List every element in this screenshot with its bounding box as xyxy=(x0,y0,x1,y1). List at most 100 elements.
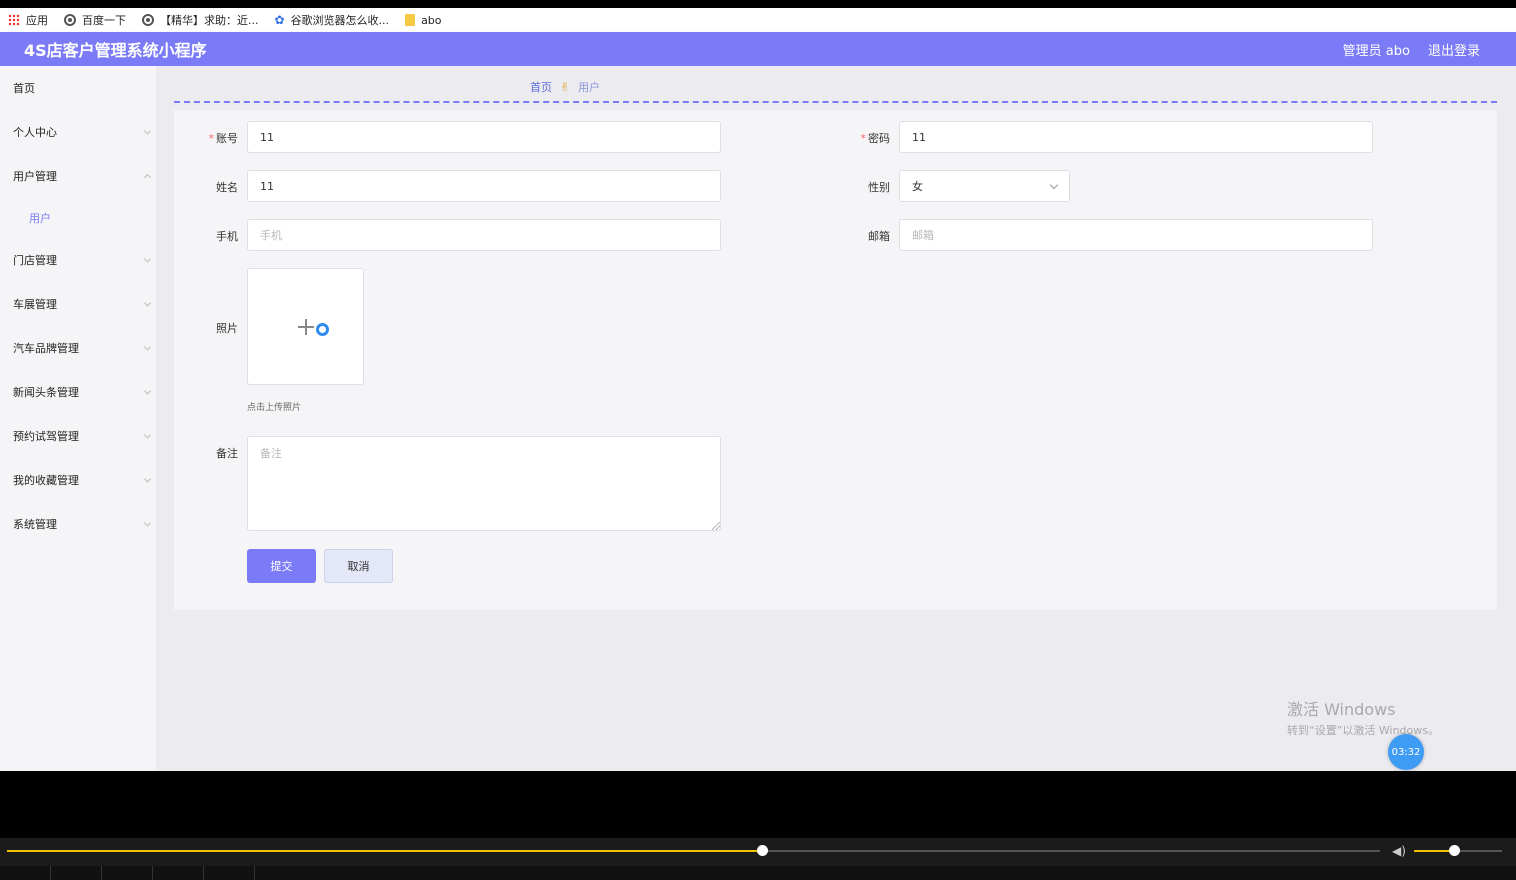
volume-icon[interactable]: ◀) xyxy=(1392,844,1408,858)
resize-handle-icon[interactable] xyxy=(712,522,720,530)
bookmark-label: 【精华】求助：近... xyxy=(160,14,259,27)
volume-fill xyxy=(1414,850,1454,852)
sidebar-item-label: 首页 xyxy=(13,82,35,95)
chevron-up-icon xyxy=(143,173,152,182)
sidebar-item-testdrive-mgmt[interactable]: 预约试驾管理 xyxy=(0,414,156,458)
sidebar-item-home[interactable]: 首页 xyxy=(0,66,156,110)
chevron-down-icon xyxy=(143,299,152,307)
app-title: 4S店客户管理系统小程序 xyxy=(24,41,207,60)
chevron-down-icon xyxy=(143,431,152,439)
bookmark-label: 百度一下 xyxy=(82,14,126,27)
strip-segment xyxy=(0,866,51,880)
cursor-icon xyxy=(316,323,329,336)
player-bottom-strip xyxy=(0,866,1516,880)
hand-icon: ✌ xyxy=(560,80,571,94)
sidebar-item-store-mgmt[interactable]: 门店管理 xyxy=(0,238,156,282)
app-body: 首页 个人中心 用户管理 用户 门店管理 车展管理 汽车品牌管理 新闻头条管理 … xyxy=(0,66,1516,771)
sidebar-item-label: 个人中心 xyxy=(13,126,57,139)
progress-fill xyxy=(7,850,763,852)
paw-icon: ✿ xyxy=(274,13,285,27)
breadcrumb: 首页 ✌ 用户 xyxy=(530,79,600,95)
sidebar-item-personal[interactable]: 个人中心 xyxy=(0,110,156,154)
bookmark-bar: 应用 百度一下 【精华】求助：近... ✿ 谷歌浏览器怎么收... abo xyxy=(0,8,1516,32)
strip-segment xyxy=(153,866,204,880)
header-actions: 管理员 abo 退出登录 xyxy=(1343,40,1480,59)
breadcrumb-divider xyxy=(174,101,1497,103)
sidebar-item-show-mgmt[interactable]: 车展管理 xyxy=(0,282,156,326)
progress-handle[interactable] xyxy=(757,845,769,856)
sidebar-item-label: 用户管理 xyxy=(13,170,57,183)
sidebar-item-label: 新闻头条管理 xyxy=(13,386,79,399)
windows-activation-watermark: 激活 Windows 转到“设置”以激活 Windows。 xyxy=(1287,696,1439,738)
required-mark: * xyxy=(208,132,215,145)
password-input[interactable] xyxy=(899,121,1373,153)
gender-select[interactable]: 女 xyxy=(899,170,1070,202)
volume-slider[interactable] xyxy=(1414,845,1502,856)
bookmark-chrome-help[interactable]: ✿ 谷歌浏览器怎么收... xyxy=(275,12,390,28)
chevron-down-icon xyxy=(143,387,152,395)
sidebar-item-news-mgmt[interactable]: 新闻头条管理 xyxy=(0,370,156,414)
sidebar: 首页 个人中心 用户管理 用户 门店管理 车展管理 汽车品牌管理 新闻头条管理 … xyxy=(0,66,156,771)
gender-selected-value: 女 xyxy=(912,180,923,193)
watermark-subtitle: 转到“设置”以激活 Windows。 xyxy=(1287,724,1439,737)
app-header: 4S店客户管理系统小程序 管理员 abo 退出登录 xyxy=(0,32,1516,66)
logout-button[interactable]: 退出登录 xyxy=(1428,40,1480,59)
sidebar-item-label: 门店管理 xyxy=(13,254,57,267)
name-label: 姓名 xyxy=(216,181,238,194)
chevron-down-icon xyxy=(1049,180,1059,190)
sidebar-item-label: 系统管理 xyxy=(13,518,57,531)
chevron-down-icon xyxy=(143,127,152,135)
chevron-down-icon xyxy=(143,255,152,263)
breadcrumb-home[interactable]: 首页 xyxy=(530,79,552,95)
remark-textarea[interactable] xyxy=(247,436,721,531)
volume-handle[interactable] xyxy=(1448,845,1460,856)
chevron-down-icon xyxy=(143,343,152,351)
remark-label: 备注 xyxy=(216,447,238,460)
cancel-button[interactable]: 取消 xyxy=(324,549,393,583)
password-label: * 密码 xyxy=(860,132,891,145)
sidebar-item-system-mgmt[interactable]: 系统管理 xyxy=(0,502,156,546)
bookmark-label: 应用 xyxy=(26,14,48,27)
globe-icon xyxy=(64,14,76,26)
bookmark-apps[interactable]: 应用 xyxy=(8,12,48,28)
submit-button[interactable]: 提交 xyxy=(247,549,316,583)
sidebar-item-label: 我的收藏管理 xyxy=(13,474,79,487)
required-mark: * xyxy=(860,132,867,145)
gender-label: 性别 xyxy=(868,181,890,194)
strip-segment xyxy=(102,866,153,880)
email-label: 邮箱 xyxy=(868,230,890,243)
timer-badge[interactable]: 03:32 xyxy=(1388,734,1424,770)
account-label: * 账号 xyxy=(208,132,239,145)
sidebar-item-brand-mgmt[interactable]: 汽车品牌管理 xyxy=(0,326,156,370)
photo-uploader[interactable] xyxy=(247,268,364,385)
phone-label: 手机 xyxy=(216,230,238,243)
sidebar-subitem-user[interactable]: 用户 xyxy=(0,198,156,238)
current-user: 管理员 abo xyxy=(1342,43,1410,59)
plus-icon xyxy=(298,319,314,335)
bookmark-forum[interactable]: 【精华】求助：近... xyxy=(142,12,259,28)
strip-segment xyxy=(51,866,102,880)
bookmark-abo-folder[interactable]: abo xyxy=(405,13,442,27)
user-form: *账号 *密码 姓名 性别 女 手机 邮箱 照片 xyxy=(174,110,1497,610)
bookmark-baidu[interactable]: 百度一下 xyxy=(64,12,126,28)
sidebar-item-favorites-mgmt[interactable]: 我的收藏管理 xyxy=(0,458,156,502)
photo-label: 照片 xyxy=(216,322,238,335)
sidebar-subitem-label: 用户 xyxy=(29,212,51,225)
sidebar-item-user-mgmt[interactable]: 用户管理 xyxy=(0,154,156,198)
video-player-bar: ◀) xyxy=(0,838,1516,880)
account-input[interactable] xyxy=(247,121,721,153)
main-content: 首页 ✌ 用户 *账号 *密码 姓名 性别 女 手机 xyxy=(156,66,1516,771)
globe-icon xyxy=(142,14,154,26)
bookmark-label: abo xyxy=(421,13,442,27)
bookmark-label: 谷歌浏览器怎么收... xyxy=(290,14,390,27)
chevron-down-icon xyxy=(143,519,152,527)
chevron-down-icon xyxy=(143,475,152,483)
name-input[interactable] xyxy=(247,170,721,202)
watermark-title: 激活 Windows xyxy=(1287,700,1396,719)
phone-input[interactable] xyxy=(247,219,721,251)
upload-hint: 点击上传照片 xyxy=(247,403,302,413)
folder-icon xyxy=(405,14,416,26)
strip-segment xyxy=(204,866,255,880)
progress-slider[interactable] xyxy=(7,845,1380,856)
email-input[interactable] xyxy=(899,219,1373,251)
